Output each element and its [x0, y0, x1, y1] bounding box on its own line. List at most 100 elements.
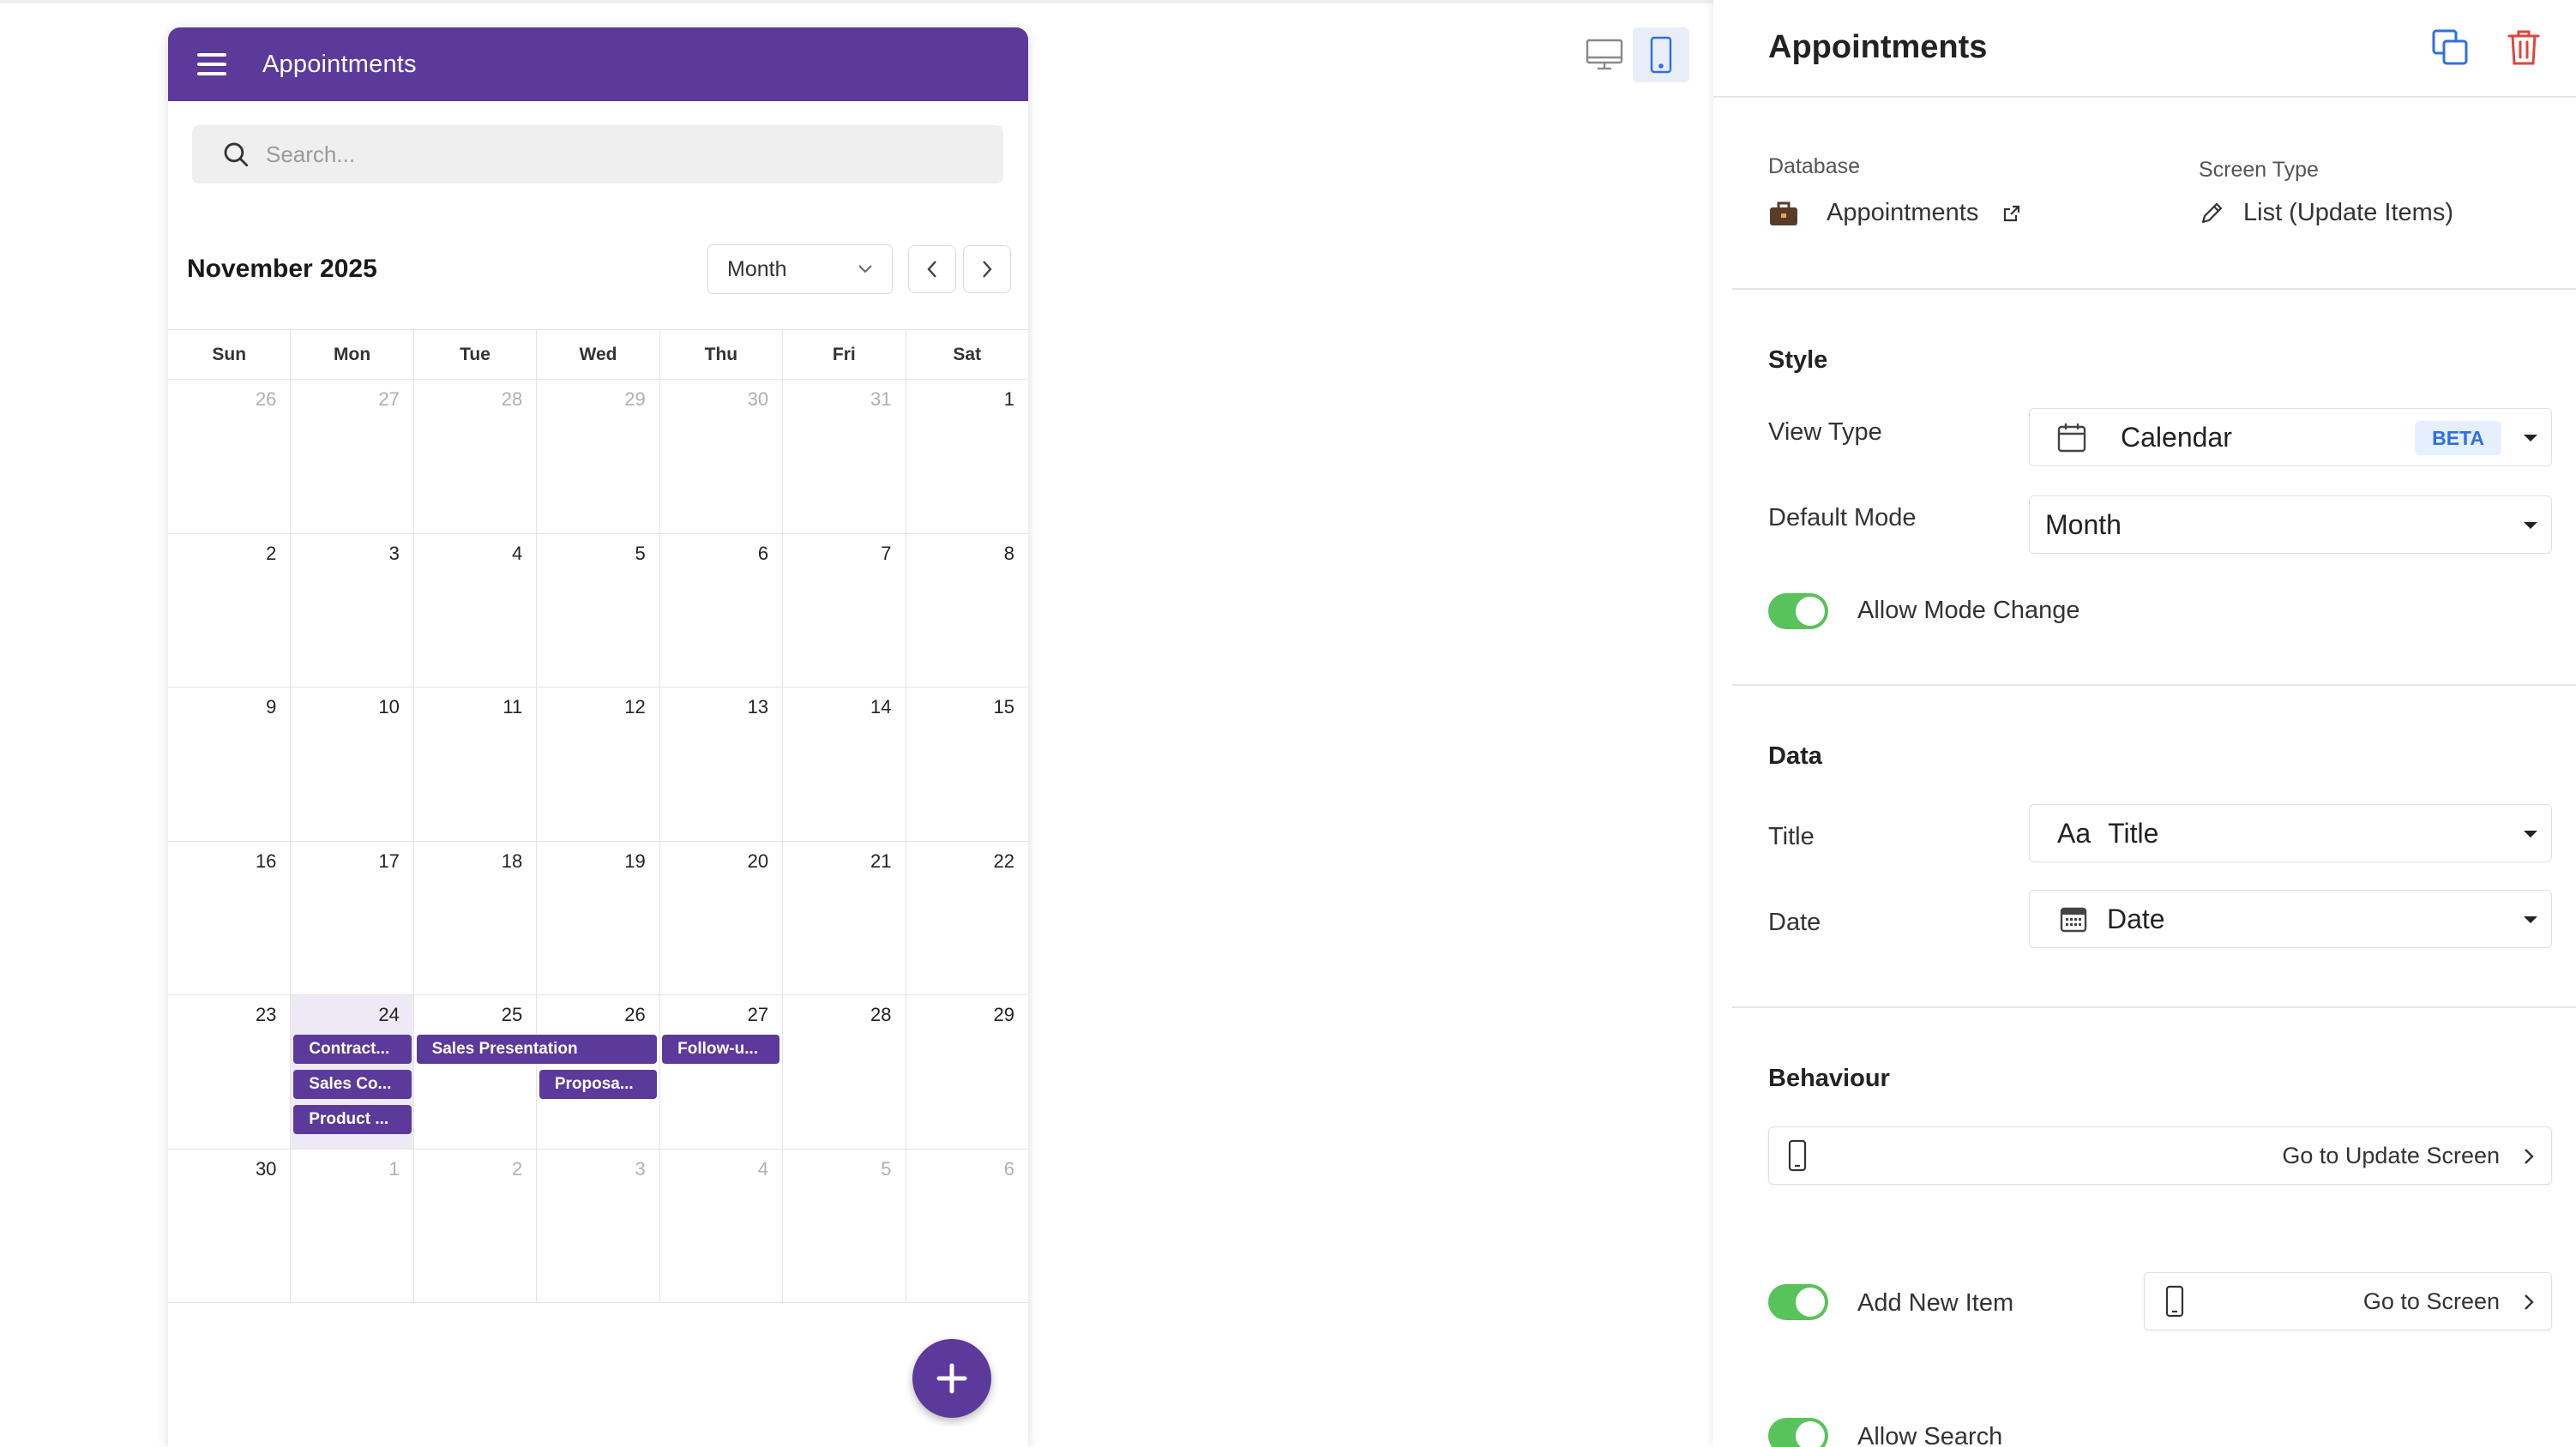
- calendar-day[interactable]: 1: [906, 380, 1028, 533]
- day-number: 28: [870, 1004, 892, 1025]
- day-number: 26: [624, 1004, 646, 1025]
- add-item-fab[interactable]: [912, 1339, 991, 1418]
- add-new-item-action[interactable]: Go to Screen: [2144, 1272, 2552, 1330]
- calendar-event[interactable]: Sales Co...: [293, 1070, 412, 1099]
- external-link-icon[interactable]: [2002, 204, 2021, 223]
- calendar-day[interactable]: 27: [291, 380, 414, 533]
- calendar-day[interactable]: 5: [537, 533, 660, 687]
- calendar-header: November 2025 Month: [187, 243, 1011, 295]
- calendar-day[interactable]: 3: [291, 533, 414, 687]
- allow-search-toggle[interactable]: [1768, 1418, 1828, 1447]
- calendar-day[interactable]: 29: [537, 380, 660, 533]
- calendar-day[interactable]: 19: [537, 841, 660, 994]
- title-field-select[interactable]: Aa Title: [2029, 804, 2552, 862]
- calendar-day[interactable]: 6: [906, 1150, 1028, 1303]
- view-type-select[interactable]: Calendar BETA: [2029, 408, 2552, 466]
- calendar-day[interactable]: 28: [783, 995, 906, 1149]
- calendar-day[interactable]: 22: [906, 842, 1028, 995]
- day-number: 9: [266, 696, 277, 717]
- calendar-icon: [2057, 423, 2086, 453]
- calendar-day[interactable]: 23: [168, 995, 292, 1149]
- view-type-label: View Type: [1768, 418, 1882, 446]
- prev-month-button[interactable]: [908, 245, 956, 293]
- calendar-day[interactable]: 2: [168, 533, 292, 687]
- calendar-event[interactable]: Proposa...: [539, 1070, 658, 1099]
- style-divider: [1732, 684, 2576, 686]
- day-number: 6: [757, 542, 769, 564]
- app-bar-title: Appointments: [262, 50, 417, 78]
- duplicate-icon[interactable]: [2430, 27, 2470, 67]
- calendar-day[interactable]: 17: [291, 841, 414, 994]
- allow-mode-change-toggle[interactable]: [1768, 593, 1828, 629]
- calendar-day[interactable]: 1: [291, 1149, 414, 1302]
- day-number: 4: [512, 542, 523, 564]
- app-bar: Appointments: [168, 27, 1028, 101]
- search-input[interactable]: [266, 141, 952, 168]
- style-section-title: Style: [1768, 346, 1828, 374]
- day-number: 15: [993, 696, 1014, 717]
- calendar-day[interactable]: 4: [660, 1149, 784, 1302]
- calendar-week: 16 17 18 19 20 21 22: [168, 841, 1028, 995]
- delete-icon[interactable]: [2504, 27, 2543, 67]
- menu-icon[interactable]: [197, 53, 226, 75]
- calendar-event[interactable]: Contract...: [293, 1035, 412, 1064]
- calendar-day[interactable]: 6: [660, 533, 784, 687]
- database-value-text: Appointments: [1827, 199, 1979, 226]
- calendar-event[interactable]: Follow-u...: [662, 1035, 780, 1064]
- day-number: 17: [378, 850, 400, 872]
- mode-select[interactable]: Month: [707, 244, 893, 294]
- calendar-event[interactable]: Product ...: [293, 1105, 412, 1134]
- calendar-day[interactable]: 7: [783, 533, 906, 687]
- date-field-select[interactable]: Date: [2029, 890, 2552, 948]
- next-month-button[interactable]: [963, 245, 1011, 293]
- weekday-header: Thu: [660, 330, 784, 379]
- day-number: 6: [1003, 1157, 1014, 1180]
- date-field-label: Date: [1768, 909, 1821, 936]
- app-builder-root: Appointments November 2025 Month SunMonT…: [0, 0, 2576, 1447]
- calendar-day[interactable]: 8: [906, 534, 1028, 687]
- calendar-day[interactable]: 9: [168, 687, 292, 841]
- screen-type-value[interactable]: List (Update Items): [2199, 199, 2453, 227]
- day-number: 27: [747, 1004, 769, 1025]
- calendar-day[interactable]: 18: [414, 841, 538, 994]
- default-mode-label: Default Mode: [1768, 504, 1917, 531]
- calendar-day[interactable]: 15: [906, 687, 1028, 841]
- desktop-view-button[interactable]: [1576, 27, 1633, 82]
- on-click-action[interactable]: Go to Update Screen: [1768, 1126, 2552, 1185]
- calendar-day[interactable]: 11: [414, 687, 538, 841]
- calendar-day[interactable]: 2: [414, 1149, 538, 1302]
- day-number: 5: [635, 542, 646, 564]
- day-number: 3: [388, 542, 400, 564]
- calendar-day[interactable]: 27: [660, 995, 784, 1149]
- calendar-event[interactable]: Sales Presentation: [416, 1035, 658, 1064]
- calendar-day[interactable]: 31: [783, 380, 906, 533]
- calendar-day[interactable]: 3: [537, 1149, 660, 1302]
- calendar-week: 26 27 28 29 30 31 1: [168, 380, 1028, 534]
- calendar-day[interactable]: 20: [660, 841, 784, 994]
- day-number: 30: [747, 388, 769, 410]
- calendar-day[interactable]: 26: [168, 380, 292, 533]
- calendar-day[interactable]: 10: [291, 687, 414, 841]
- calendar-day[interactable]: 13: [660, 687, 784, 841]
- calendar-day[interactable]: 25: [414, 995, 538, 1149]
- default-mode-select[interactable]: Month: [2029, 495, 2552, 554]
- add-new-item-toggle[interactable]: [1768, 1284, 1828, 1320]
- calendar-day[interactable]: 29: [906, 995, 1028, 1149]
- calendar-day[interactable]: 28: [414, 380, 538, 533]
- calendar-day[interactable]: 21: [783, 841, 906, 994]
- caret-down-icon: [2524, 831, 2537, 838]
- panel-title: Appointments: [1768, 29, 1988, 65]
- calendar-day[interactable]: 30: [660, 380, 784, 533]
- database-value[interactable]: Appointments: [1768, 199, 2021, 227]
- calendar-day[interactable]: 16: [168, 841, 292, 994]
- calendar-day[interactable]: 30: [168, 1149, 292, 1302]
- calendar-day[interactable]: 4: [414, 533, 538, 687]
- calendar-day[interactable]: 5: [783, 1149, 906, 1302]
- pencil-icon: [2201, 202, 2223, 223]
- calendar-day[interactable]: 12: [537, 687, 660, 841]
- search-bar[interactable]: [192, 125, 1003, 183]
- mobile-view-button[interactable]: [1633, 27, 1689, 82]
- day-number: 18: [501, 850, 523, 872]
- calendar-day[interactable]: 14: [783, 687, 906, 841]
- weekday-header-row: Sun Mon Tue Wed Thu Fri Sat: [168, 330, 1028, 380]
